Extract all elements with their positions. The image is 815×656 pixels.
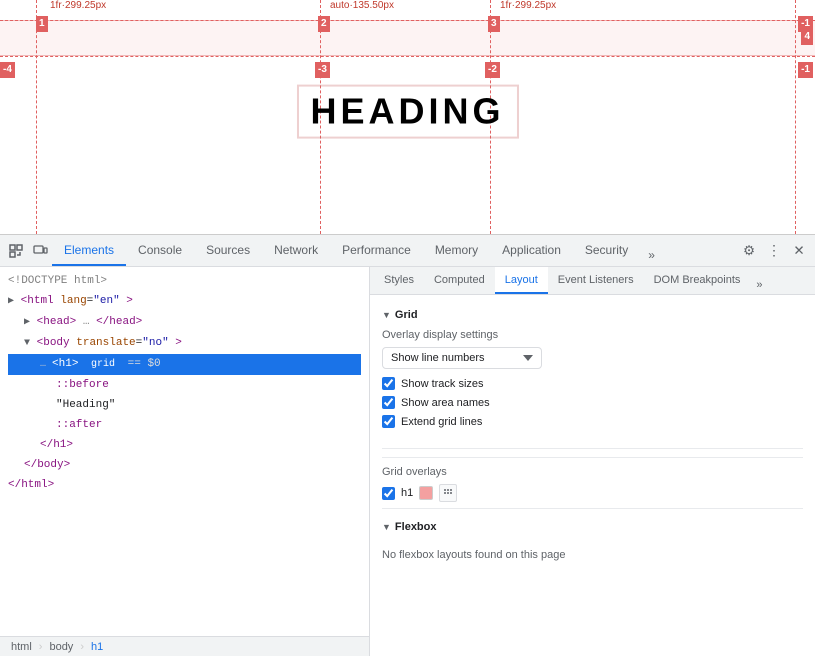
devtools-tabs: Elements Console Sources Network Perform… [52, 235, 737, 266]
subtab-computed[interactable]: Computed [424, 267, 495, 294]
dom-line-before[interactable]: ::before [8, 375, 361, 395]
dom-line-h1-close[interactable]: </h1> [8, 435, 361, 455]
tab-performance[interactable]: Performance [330, 235, 423, 266]
extend-grid-lines-checkbox[interactable] [382, 415, 395, 428]
flexbox-section-content: No flexbox layouts found on this page [382, 541, 803, 569]
subtab-event-listeners[interactable]: Event Listeners [548, 267, 644, 294]
overlay-settings-label: Overlay display settings [382, 329, 803, 341]
device-toolbar-button[interactable] [28, 239, 52, 263]
grid-overlays-title: Grid overlays [382, 466, 803, 478]
grid-row-line-1 [0, 20, 815, 21]
tab-elements[interactable]: Elements [52, 235, 126, 266]
grid-row-line-2 [0, 56, 815, 57]
grid-track-label-1: 1fr·299.25px [50, 0, 106, 11]
devtools-topbar: Elements Console Sources Network Perform… [0, 235, 815, 267]
grid-row-label-neg4: -4 [0, 62, 15, 78]
flexbox-section-header[interactable]: ▼ Flexbox [382, 515, 803, 537]
grid-badge: grid [87, 356, 119, 374]
preview-heading: HEADING [296, 85, 518, 139]
grid-section-header[interactable]: ▼ Grid [382, 303, 803, 325]
show-track-sizes-row: Show track sizes [382, 377, 803, 390]
devtools-right-icons: ⚙ ⋮ ✕ [737, 239, 811, 263]
show-track-sizes-checkbox[interactable] [382, 377, 395, 390]
dom-panel: <!DOCTYPE html> ▶ <html lang="en" > ▶ <h… [0, 267, 370, 656]
grid-overlay-h1-checkbox[interactable] [382, 487, 395, 500]
dom-line-doctype[interactable]: <!DOCTYPE html> [8, 271, 361, 291]
inspect-element-button[interactable] [4, 239, 28, 263]
show-area-names-label: Show area names [401, 397, 490, 409]
grid-row-label-neg1: -1 [798, 62, 813, 78]
subtab-styles[interactable]: Styles [374, 267, 424, 294]
breadcrumb-html[interactable]: html [8, 641, 35, 653]
right-panel: Styles Computed Layout Event Listeners D… [370, 267, 815, 656]
line-numbers-select-row: Show line numbers Show line names Hide l… [382, 347, 803, 369]
extend-grid-lines-row: Extend grid lines [382, 415, 803, 428]
tab-network[interactable]: Network [262, 235, 330, 266]
right-subtabs: Styles Computed Layout Event Listeners D… [370, 267, 815, 295]
flexbox-section-title: Flexbox [395, 521, 437, 533]
grid-row-label-neg2: -2 [485, 62, 500, 78]
right-content: ▼ Grid Overlay display settings Show lin… [370, 295, 815, 656]
preview-area: 1 1fr·299.25px 2 auto·135.50px 3 1fr·299… [0, 0, 815, 235]
grid-track-label-2: auto·135.50px [330, 0, 394, 11]
extend-grid-lines-label: Extend grid lines [401, 416, 482, 428]
grid-col-label-3: 3 [488, 16, 500, 32]
subtab-dom-breakpoints[interactable]: DOM Breakpoints [644, 267, 751, 294]
dom-line-text[interactable]: "Heading" [8, 395, 361, 415]
dom-line-body-close[interactable]: </body> [8, 455, 361, 475]
no-flexbox-message: No flexbox layouts found on this page [382, 541, 803, 569]
grid-col-label-4: 4 [801, 29, 813, 45]
flexbox-divider [382, 508, 803, 509]
close-devtools-button[interactable]: ✕ [787, 239, 811, 263]
grid-overlay-settings-icon[interactable] [439, 484, 457, 502]
grid-overlays-section: Grid overlays h1 [382, 457, 803, 502]
grid-overlay-h1-label: h1 [401, 487, 413, 499]
grid-section-title: Grid [395, 309, 418, 321]
breadcrumb-h1[interactable]: h1 [88, 641, 106, 653]
subtab-layout[interactable]: Layout [495, 267, 548, 294]
grid-overlay-color-swatch[interactable] [419, 486, 433, 500]
grid-track-label-3: 1fr·299.25px [500, 0, 556, 11]
grid-section-arrow: ▼ [382, 310, 391, 320]
flexbox-section-arrow: ▼ [382, 522, 391, 532]
tab-memory[interactable]: Memory [423, 235, 490, 266]
subtab-more-button[interactable]: » [750, 276, 768, 294]
dom-line-h1[interactable]: … <h1> grid == $0 [8, 354, 361, 375]
tab-application[interactable]: Application [490, 235, 573, 266]
devtools-panel: Elements Console Sources Network Perform… [0, 235, 815, 656]
settings-button[interactable]: ⚙ [737, 239, 761, 263]
grid-col-label-2: 2 [318, 16, 330, 32]
tab-more-button[interactable]: » [640, 244, 663, 266]
grid-row-label-neg3: -3 [315, 62, 330, 78]
dom-line-html-close[interactable]: </html> [8, 475, 361, 495]
dom-line-after[interactable]: ::after [8, 415, 361, 435]
tab-sources[interactable]: Sources [194, 235, 262, 266]
more-options-button[interactable]: ⋮ [763, 242, 785, 259]
breadcrumb-body[interactable]: body [46, 641, 76, 653]
grid-overlay-settings: Overlay display settings Show line numbe… [382, 325, 803, 442]
dom-line-html[interactable]: ▶ <html lang="en" > [8, 291, 361, 312]
dom-tree: <!DOCTYPE html> ▶ <html lang="en" > ▶ <h… [0, 267, 369, 656]
breadcrumb: html › body › h1 [0, 636, 370, 656]
devtools-main: <!DOCTYPE html> ▶ <html lang="en" > ▶ <h… [0, 267, 815, 656]
grid-row-band [0, 20, 815, 56]
grid-divider [382, 448, 803, 449]
dom-line-body[interactable]: ▼ <body translate="no" > [8, 333, 361, 354]
show-area-names-row: Show area names [382, 396, 803, 409]
dom-line-head[interactable]: ▶ <head> … </head> [8, 312, 361, 333]
grid-overlay-h1: h1 [382, 484, 803, 502]
show-track-sizes-label: Show track sizes [401, 378, 484, 390]
show-area-names-checkbox[interactable] [382, 396, 395, 409]
grid-col-label-1: 1 [36, 16, 48, 32]
tab-console[interactable]: Console [126, 235, 194, 266]
line-numbers-select[interactable]: Show line numbers Show line names Hide l… [382, 347, 542, 369]
tab-security[interactable]: Security [573, 235, 640, 266]
